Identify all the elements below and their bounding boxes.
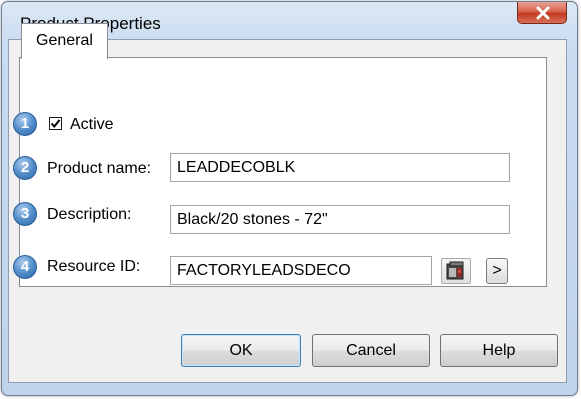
- help-button[interactable]: Help: [440, 334, 558, 367]
- resource-id-field[interactable]: FACTORYLEADSDECO: [170, 256, 432, 285]
- description-field[interactable]: Black/20 stones - 72": [170, 205, 510, 234]
- tab-general[interactable]: General: [21, 23, 108, 59]
- cabinet-icon: [446, 261, 464, 280]
- ok-button[interactable]: OK: [181, 334, 301, 367]
- resource-id-label: Resource ID:: [47, 258, 141, 275]
- callout-badge-4: 4: [13, 255, 37, 279]
- close-icon: [536, 6, 550, 20]
- callout-badge-3: 3: [13, 202, 37, 226]
- resource-browse-button[interactable]: [441, 258, 471, 284]
- resource-more-button[interactable]: >: [486, 258, 508, 284]
- close-button[interactable]: [517, 2, 567, 24]
- checkmark-icon: [50, 119, 61, 129]
- callout-badge-2: 2: [13, 156, 37, 180]
- product-name-label: Product name:: [47, 160, 152, 177]
- description-label: Description:: [47, 206, 132, 223]
- cancel-button[interactable]: Cancel: [312, 334, 430, 367]
- product-name-field[interactable]: LEADDECOBLK: [170, 153, 510, 182]
- active-checkbox[interactable]: [49, 117, 62, 130]
- callout-badge-1: 1: [13, 112, 37, 136]
- active-label: Active: [70, 116, 114, 133]
